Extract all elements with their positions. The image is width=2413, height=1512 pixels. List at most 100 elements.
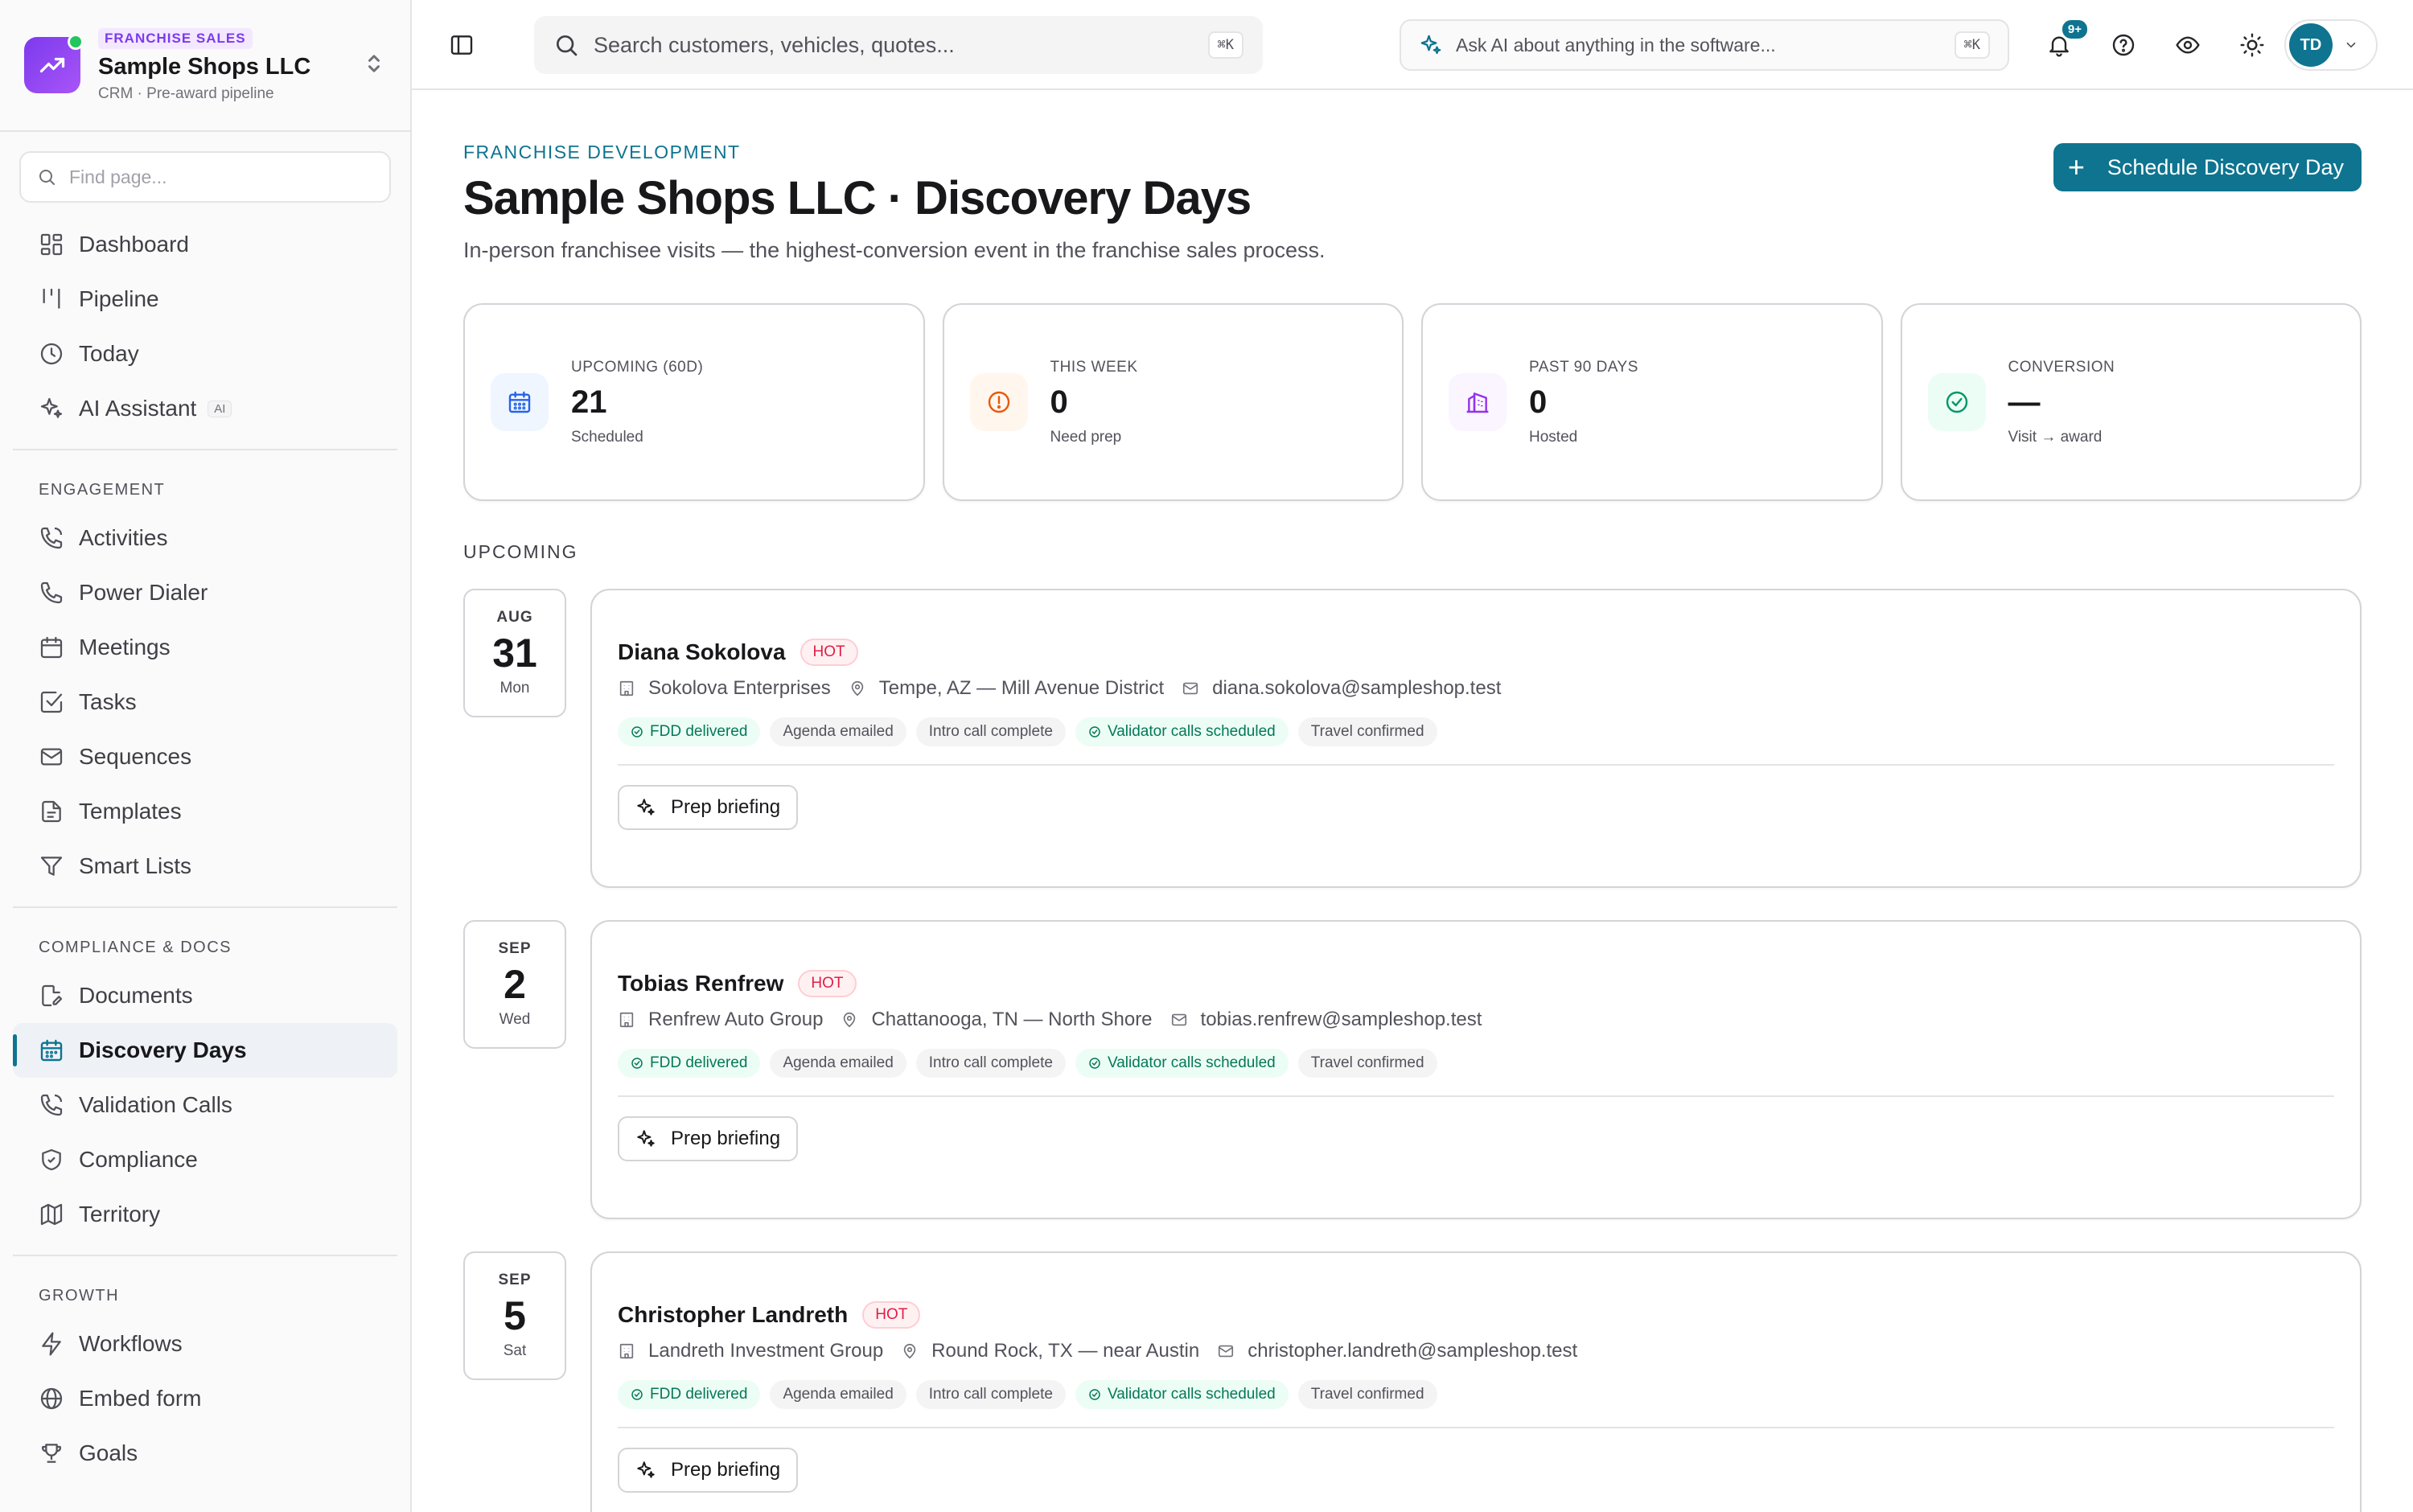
schedule-button-label: Schedule Discovery Day	[2107, 154, 2344, 179]
sidebar-item-label: Goals	[79, 1440, 138, 1465]
sidebar-item-label: Documents	[79, 983, 193, 1008]
schedule-discovery-day-button[interactable]: + Schedule Discovery Day	[2053, 143, 2362, 191]
event-card[interactable]: Diana Sokolova HOT Sokolova Enterprises …	[590, 589, 2362, 888]
stat-label: CONVERSION	[2008, 358, 2115, 376]
sidebar-item-compliance[interactable]: Compliance	[13, 1132, 397, 1187]
sidebar-item-activities[interactable]: Activities	[13, 511, 397, 565]
sidebar-item-workflows[interactable]: Workflows	[13, 1317, 397, 1371]
sidebar-item-tasks[interactable]: Tasks	[13, 675, 397, 729]
event-weekday: Mon	[499, 680, 530, 696]
sidebar-item-label: Validation Calls	[79, 1092, 232, 1117]
sidebar-item-label: Templates	[79, 799, 182, 824]
workspace-switcher[interactable]: FRANCHISE SALES Sample Shops LLC CRM · P…	[0, 0, 410, 132]
divider	[13, 906, 397, 908]
brand-logo	[24, 34, 84, 93]
notifications-badge: 9+	[2059, 18, 2090, 41]
building-icon	[619, 680, 634, 696]
building-icon	[1466, 392, 1489, 413]
building-icon	[619, 1012, 634, 1028]
toggle-sidebar-button[interactable]	[446, 29, 478, 61]
prospect-name[interactable]: Christopher Landreth	[618, 1302, 848, 1328]
global-search-input[interactable]: Search customers, vehicles, quotes... ⌘K	[534, 16, 1263, 74]
sidebar-item-territory[interactable]: Territory	[13, 1187, 397, 1242]
stat-value: 21	[571, 384, 607, 420]
ask-ai-input[interactable]: Ask AI about anything in the software...…	[1400, 19, 2009, 71]
stat-sub: Hosted	[1529, 428, 1578, 446]
alert-circle-icon	[988, 391, 1009, 413]
sidebar-item-templates[interactable]: Templates	[13, 784, 397, 839]
phone-icon	[40, 581, 63, 604]
notifications-button[interactable]: 9+	[2043, 18, 2090, 61]
prospect-name[interactable]: Diana Sokolova	[618, 639, 786, 665]
search-icon	[557, 35, 578, 56]
find-page-input[interactable]: Find page...	[19, 151, 391, 203]
sidebar-item-dashboard[interactable]: Dashboard	[13, 217, 397, 272]
calendar-icon	[40, 1039, 63, 1062]
event-card[interactable]: Tobias Renfrew HOT Renfrew Auto Group Ch…	[590, 920, 2362, 1219]
chip-intro-call: Intro call complete	[915, 1380, 1066, 1409]
sidebar-item-label: Sequences	[79, 744, 192, 769]
help-button[interactable]	[2107, 29, 2140, 61]
sidebar-item-sequences[interactable]: Sequences	[13, 729, 397, 784]
check-circle-icon	[1946, 391, 1967, 413]
sparkles-icon	[637, 1130, 655, 1147]
stat-label: THIS WEEK	[1050, 358, 1138, 376]
chip-travel-confirmed: Travel confirmed	[1297, 1380, 1437, 1409]
sidebar-item-embed-form[interactable]: Embed form	[13, 1371, 397, 1426]
hot-badge: HOT	[800, 639, 858, 666]
event-email[interactable]: christopher.landreth@sampleshop.test	[1217, 1340, 1577, 1362]
sidebar-item-goals[interactable]: Goals	[13, 1426, 397, 1481]
brand-tag: FRANCHISE SALES	[98, 27, 253, 49]
sidebar-item-smart-lists[interactable]: Smart Lists	[13, 839, 397, 894]
sparkles-icon	[40, 397, 63, 418]
mail-icon	[40, 748, 63, 766]
prospect-name[interactable]: Tobias Renfrew	[618, 971, 783, 996]
check-circle-icon	[1089, 1058, 1100, 1069]
email-text[interactable]: tobias.renfrew@sampleshop.test	[1201, 1009, 1482, 1031]
calendar-icon	[508, 391, 531, 413]
chevron-down-icon	[2346, 42, 2356, 48]
event-card[interactable]: Christopher Landreth HOT Landreth Invest…	[590, 1251, 2362, 1512]
email-text[interactable]: christopher.landreth@sampleshop.test	[1248, 1340, 1577, 1362]
event-email[interactable]: diana.sokolova@sampleshop.test	[1182, 677, 1501, 700]
sidebar-item-validation-calls[interactable]: Validation Calls	[13, 1078, 397, 1132]
online-status-dot	[68, 34, 84, 50]
ai-badge: AI	[208, 400, 232, 417]
sparkles-icon	[637, 1461, 655, 1478]
mail-icon	[1183, 682, 1198, 695]
brand-subtitle: CRM · Pre-award pipeline	[98, 84, 274, 102]
stat-value: 0	[1050, 384, 1068, 420]
sidebar-item-meetings[interactable]: Meetings	[13, 620, 397, 675]
clock-icon	[40, 343, 63, 365]
checkbox-icon	[40, 691, 63, 713]
check-circle-icon	[631, 726, 643, 738]
sidebar-item-discovery-days[interactable]: Discovery Days	[13, 1023, 397, 1078]
event-email[interactable]: tobias.renfrew@sampleshop.test	[1170, 1009, 1482, 1031]
chip-label: Travel confirmed	[1310, 1386, 1424, 1403]
calendar-icon	[40, 636, 63, 659]
check-circle-icon	[631, 1389, 643, 1400]
sidebar-item-power-dialer[interactable]: Power Dialer	[13, 565, 397, 620]
prep-briefing-button[interactable]: Prep briefing	[618, 1116, 799, 1161]
map-pin-icon	[903, 1343, 916, 1359]
prep-briefing-button[interactable]: Prep briefing	[618, 1448, 799, 1493]
email-text[interactable]: diana.sokolova@sampleshop.test	[1212, 677, 1501, 700]
sidebar-item-ai-assistant[interactable]: AI Assistant AI	[13, 381, 397, 436]
building-icon	[619, 1343, 634, 1359]
sidebar-item-today[interactable]: Today	[13, 327, 397, 381]
chip-travel-confirmed: Travel confirmed	[1297, 717, 1437, 746]
visibility-button[interactable]	[2172, 29, 2204, 61]
events-list: AUG 31 Mon Diana Sokolova HOT Sokolova E…	[463, 589, 2362, 1512]
sidebar-item-documents[interactable]: Documents	[13, 968, 397, 1023]
event-month: AUG	[496, 609, 533, 626]
event-month: SEP	[498, 940, 532, 957]
prep-checklist: FDD delivered Agenda emailed Intro call …	[618, 1380, 2334, 1428]
sidebar-item-pipeline[interactable]: Pipeline	[13, 272, 397, 327]
location-text: Round Rock, TX — near Austin	[931, 1340, 1200, 1362]
theme-toggle-button[interactable]	[2236, 29, 2268, 61]
stat-label: PAST 90 DAYS	[1529, 358, 1638, 376]
prep-briefing-button[interactable]: Prep briefing	[618, 785, 799, 830]
event-company: Renfrew Auto Group	[618, 1009, 823, 1031]
user-menu-button[interactable]: TD	[2284, 19, 2378, 71]
event-company: Landreth Investment Group	[618, 1340, 883, 1362]
